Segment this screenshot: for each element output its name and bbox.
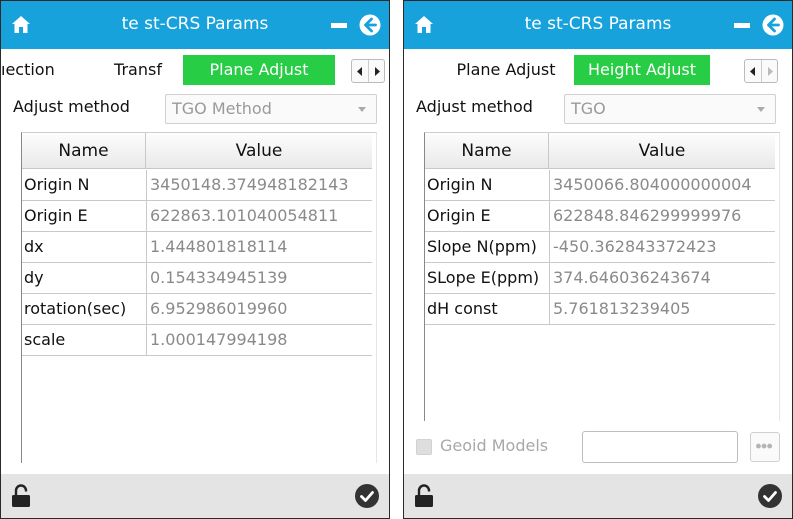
unlocked-padlock-icon[interactable] <box>414 484 434 508</box>
param-value[interactable]: 0.154334945139 <box>146 263 372 293</box>
footer-bar <box>1 474 389 518</box>
chevron-right-icon[interactable] <box>374 67 380 76</box>
param-value[interactable]: -450.362843372423 <box>549 232 775 262</box>
tab-row: Plane Adjust Height Adjust <box>404 49 792 89</box>
param-name: scale <box>24 330 66 349</box>
param-value[interactable]: 374.646036243674 <box>549 263 775 293</box>
table-row[interactable]: Origin E 622863.101040054811 <box>22 201 372 232</box>
adjust-method-label: Adjust method <box>416 97 533 116</box>
more-dots-button[interactable] <box>750 432 780 462</box>
adjust-method-select[interactable]: TGO Method <box>165 94 377 124</box>
table-row[interactable]: Origin N 3450066.804000000004 <box>425 170 775 201</box>
param-name: Origin E <box>24 206 88 225</box>
geoid-models-label: Geoid Models <box>440 436 549 455</box>
column-header-value[interactable]: Value <box>146 133 372 169</box>
param-name: dy <box>24 268 44 287</box>
param-name: dx <box>24 237 44 256</box>
footer-bar <box>404 474 792 518</box>
table-row[interactable]: dx 1.444801818114 <box>22 232 372 263</box>
geoid-model-input[interactable] <box>582 431 738 463</box>
more-dots-icon <box>756 443 773 449</box>
tab-row: ıection Transf Plane Adjust <box>1 49 389 89</box>
table-header: Name Value <box>425 133 775 169</box>
adjust-method-value: TGO <box>571 99 606 118</box>
tab-scroll-arrows[interactable] <box>351 59 385 83</box>
tab-plane-adjust[interactable]: Plane Adjust <box>438 55 574 85</box>
column-header-name[interactable]: Name <box>425 133 549 169</box>
chevron-right-icon[interactable] <box>767 67 773 76</box>
tab-height-adjust[interactable]: Height Adjust <box>574 55 710 85</box>
column-header-value[interactable]: Value <box>549 133 775 169</box>
tab-transform[interactable]: Transf <box>93 55 183 85</box>
param-name: rotation(sec) <box>24 299 127 318</box>
param-name: Slope N(ppm) <box>427 237 537 256</box>
table-row[interactable]: dH const 5.761813239405 <box>425 294 775 325</box>
param-value[interactable]: 1.000147994198 <box>146 325 372 355</box>
param-value[interactable]: 1.444801818114 <box>146 232 372 262</box>
checkmark-circle-icon[interactable] <box>758 484 782 508</box>
dropdown-caret-icon <box>757 107 765 112</box>
adjust-method-value: TGO Method <box>172 99 272 118</box>
param-value[interactable]: 3450066.804000000004 <box>549 170 775 200</box>
back-arrow-icon[interactable] <box>762 14 784 36</box>
param-value[interactable]: 3450148.374948182143 <box>146 170 372 200</box>
tab-scroll-arrows[interactable] <box>744 59 778 83</box>
param-value[interactable]: 6.952986019960 <box>146 294 372 324</box>
table-row[interactable]: Slope N(ppm) -450.362843372423 <box>425 232 775 263</box>
param-name: dH const <box>427 299 498 318</box>
minimize-icon[interactable] <box>331 23 347 28</box>
checkmark-circle-icon[interactable] <box>355 484 379 508</box>
adjust-method-label: Adjust method <box>13 97 130 116</box>
table-row[interactable]: Origin N 3450148.374948182143 <box>22 170 372 201</box>
param-value[interactable]: 5.761813239405 <box>549 294 775 324</box>
param-name: SLope E(ppm) <box>427 268 540 287</box>
table-row[interactable]: scale 1.000147994198 <box>22 325 372 356</box>
param-name: Origin E <box>427 206 491 225</box>
dropdown-caret-icon <box>358 107 366 112</box>
table-row[interactable]: Origin E 622848.846299999976 <box>425 201 775 232</box>
unlocked-padlock-icon[interactable] <box>11 484 31 508</box>
table-row[interactable]: rotation(sec) 6.952986019960 <box>22 294 372 325</box>
geoid-models-checkbox[interactable] <box>416 439 432 455</box>
chevron-left-icon[interactable] <box>357 67 363 76</box>
tab-projection[interactable]: ıection <box>1 55 93 85</box>
param-name: Origin N <box>24 175 90 194</box>
back-arrow-icon[interactable] <box>359 14 381 36</box>
table-row[interactable]: SLope E(ppm) 374.646036243674 <box>425 263 775 294</box>
param-value[interactable]: 622863.101040054811 <box>146 201 372 231</box>
adjust-method-select[interactable]: TGO <box>564 94 776 124</box>
param-name: Origin N <box>427 175 493 194</box>
params-table: Name Value Origin N 3450148.374948182143… <box>21 132 377 463</box>
table-header: Name Value <box>22 133 372 169</box>
plane-adjust-panel: te st-CRS Params ıection Transf Plane Ad… <box>0 0 390 519</box>
title-bar: te st-CRS Params <box>404 1 792 49</box>
column-header-name[interactable]: Name <box>22 133 146 169</box>
minimize-icon[interactable] <box>734 23 750 28</box>
title-bar: te st-CRS Params <box>1 1 389 49</box>
table-row[interactable]: dy 0.154334945139 <box>22 263 372 294</box>
params-table: Name Value Origin N 3450066.804000000004… <box>424 132 780 421</box>
param-value[interactable]: 622848.846299999976 <box>549 201 775 231</box>
chevron-left-icon[interactable] <box>750 67 756 76</box>
height-adjust-panel: te st-CRS Params Plane Adjust Height Adj… <box>403 0 793 519</box>
tab-plane-adjust[interactable]: Plane Adjust <box>183 55 335 85</box>
